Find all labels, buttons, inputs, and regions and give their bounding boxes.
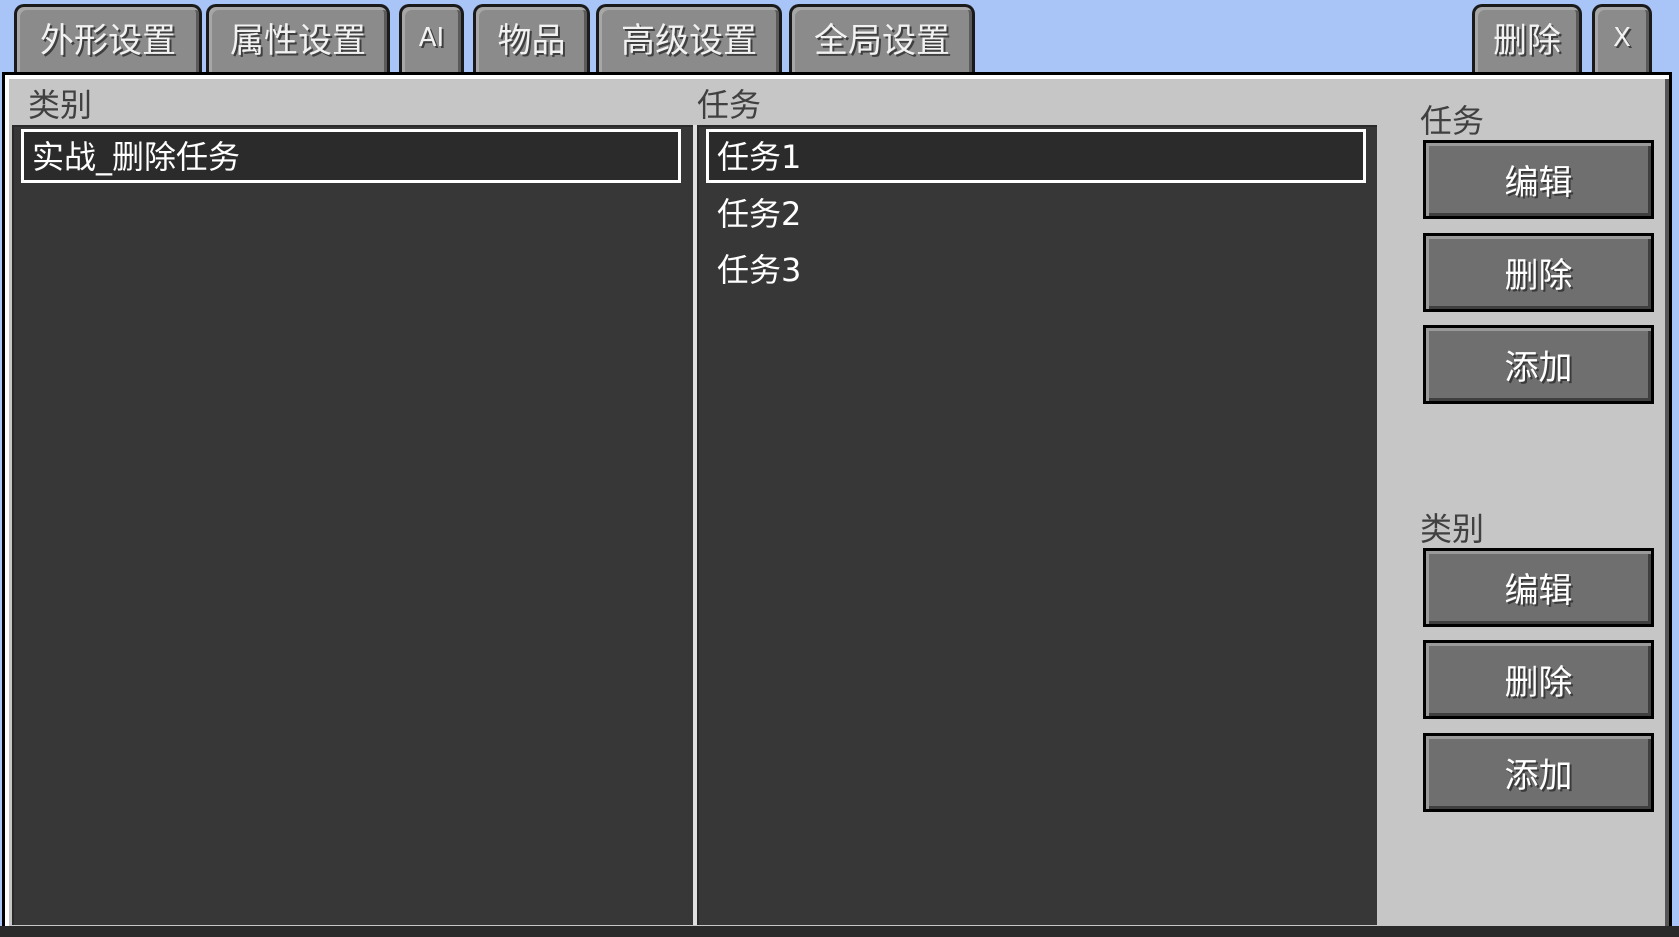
tab-ai[interactable]: AI — [399, 4, 464, 74]
delete-category-button[interactable]: 删除 — [1423, 640, 1654, 719]
quest-list-item[interactable]: 任务1 — [706, 129, 1366, 183]
quest-column-header: 任务 — [697, 86, 762, 124]
quest-list-item[interactable]: 任务3 — [706, 242, 1366, 296]
background-ground — [0, 926, 1679, 937]
edit-quest-button[interactable]: 编辑 — [1423, 140, 1654, 219]
category-section-title: 类别 — [1420, 510, 1485, 548]
quest-list-item[interactable]: 任务2 — [706, 186, 1366, 240]
tab-bar: 外形设置 属性设置 AI 物品 高级设置 全局设置 删除 X — [0, 0, 1679, 74]
tab-attributes[interactable]: 属性设置 — [206, 4, 390, 74]
tab-appearance[interactable]: 外形设置 — [14, 4, 202, 74]
quest-section-title: 任务 — [1420, 102, 1485, 140]
tab-items[interactable]: 物品 — [473, 4, 590, 74]
add-category-button[interactable]: 添加 — [1423, 733, 1654, 812]
edit-category-button[interactable]: 编辑 — [1423, 548, 1654, 627]
tab-global[interactable]: 全局设置 — [789, 4, 975, 74]
close-icon[interactable]: X — [1592, 4, 1652, 74]
category-column-header: 类别 — [28, 86, 93, 124]
delete-tab-button[interactable]: 删除 — [1472, 4, 1582, 74]
delete-quest-button[interactable]: 删除 — [1423, 233, 1654, 312]
tab-advanced[interactable]: 高级设置 — [596, 4, 782, 74]
add-quest-button[interactable]: 添加 — [1423, 325, 1654, 404]
category-list[interactable] — [12, 125, 693, 925]
category-list-item[interactable]: 实战_删除任务 — [21, 129, 681, 183]
